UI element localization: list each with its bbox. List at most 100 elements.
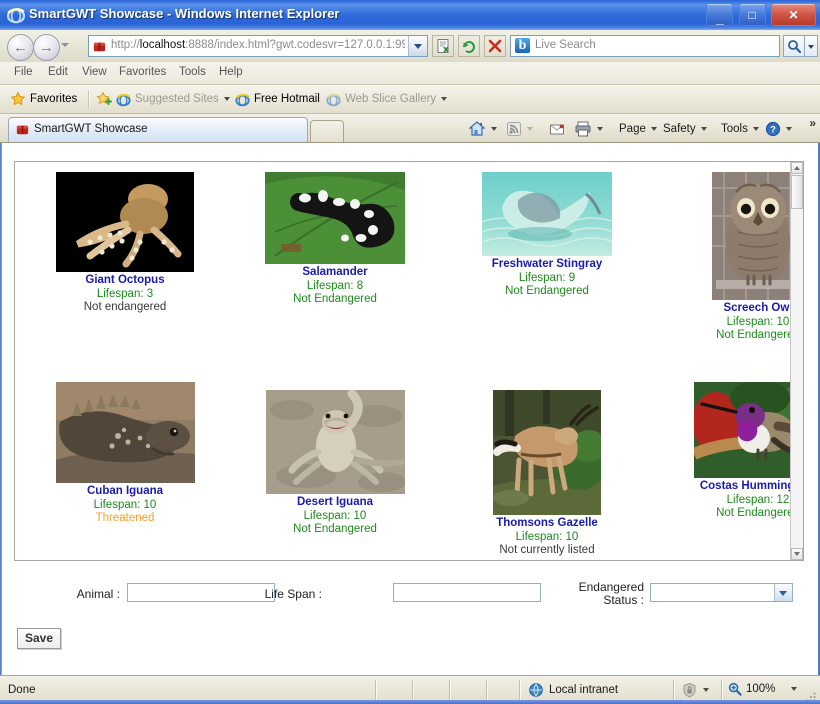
refresh-icon (463, 41, 475, 53)
new-tab-button[interactable] (310, 120, 344, 142)
favorites-item-label: Web Slice Gallery (345, 93, 437, 105)
lifespan-field-label: Life Span : (264, 587, 322, 601)
menu-item-view[interactable]: View (78, 66, 111, 78)
tile-item[interactable]: Costas Hummingbird Lifespan: 12 Not Enda… (663, 380, 803, 521)
url-path: :8888/index.html?gwt.codesvr=127.0.0.1:9… (185, 39, 405, 51)
salamander-illustration (265, 172, 405, 264)
chevron-down-icon[interactable] (223, 97, 230, 101)
chevron-down-icon[interactable] (441, 97, 448, 101)
security-zone-label: Local intranet (549, 684, 619, 696)
search-input[interactable]: b Live Search (510, 35, 780, 57)
scroll-down-button[interactable] (791, 548, 803, 560)
minimize-button[interactable]: _ (706, 3, 734, 26)
tile-item[interactable]: Giant Octopus Lifespan: 3 Not endangered (30, 172, 220, 315)
menu-item-edit[interactable]: Edit (44, 66, 72, 78)
maximize-icon: □ (748, 7, 756, 22)
animal-thumbnail (55, 382, 195, 483)
tile-item[interactable]: Salamander Lifespan: 8 Not Endangered (240, 172, 430, 307)
favorites-button[interactable]: Favorites (10, 90, 77, 108)
animal-tile-grid[interactable]: Giant Octopus Lifespan: 3 Not endangered (14, 161, 804, 561)
address-bar-url: http://localhost:8888/index.html?gwt.cod… (111, 39, 405, 51)
favorites-item-web-slice-gallery[interactable]: Web Slice Gallery (326, 90, 448, 108)
search-icon (788, 40, 801, 53)
animal-lifespan: Lifespan: 9 (518, 271, 576, 284)
read-mail-button[interactable] (549, 119, 565, 139)
url-host: localhost (139, 39, 186, 51)
toolbar-overflow-button[interactable]: » (809, 116, 816, 130)
animal-thumbnail (691, 380, 803, 478)
address-dropdown-button[interactable] (408, 36, 427, 56)
site-favicon-icon (93, 42, 106, 52)
home-button[interactable] (468, 119, 497, 139)
menu-item-file[interactable]: File (10, 66, 37, 78)
animal-lifespan: Lifespan: 10 (303, 509, 367, 522)
chevron-down-icon[interactable] (703, 688, 709, 692)
status-field-label-line2: Status : (603, 593, 644, 607)
status-divider (519, 680, 521, 701)
search-provider-chevron-down-icon[interactable] (805, 35, 818, 57)
animal-thumbnail (481, 172, 615, 256)
star-add-icon (96, 91, 112, 105)
menu-item-help[interactable]: Help (215, 66, 247, 78)
select-chevron-down-icon[interactable] (774, 584, 792, 601)
menu-item-favorites[interactable]: Favorites (115, 66, 170, 78)
forward-button[interactable]: → (33, 34, 60, 61)
animal-name: Desert Iguana (296, 496, 374, 508)
page-menu-label: Page (619, 123, 646, 135)
tools-menu-button[interactable]: Tools (721, 119, 759, 139)
print-button[interactable] (574, 119, 603, 139)
security-zone-indicator[interactable]: Local intranet (528, 682, 618, 698)
menu-item-tools[interactable]: Tools (175, 66, 210, 78)
chevron-down-icon[interactable] (791, 687, 798, 691)
search-go-button[interactable] (783, 35, 805, 57)
endangered-status-select[interactable] (650, 583, 793, 602)
tile-item[interactable]: Thomsons Gazelle Lifespan: 10 Not curren… (452, 390, 642, 558)
tile-grid-scrollbar[interactable] (790, 162, 803, 560)
globe-icon (529, 683, 543, 697)
close-button[interactable]: ✕ (771, 3, 816, 26)
animal-name: Giant Octopus (85, 274, 165, 286)
hummingbird-illustration (691, 380, 803, 478)
back-button[interactable]: ← (7, 34, 34, 61)
animal-status: Not Endangered (293, 523, 377, 535)
tile-item[interactable]: Desert Iguana Lifespan: 10 Not Endangere… (240, 389, 430, 537)
refresh-button[interactable] (458, 35, 480, 57)
safety-menu-button[interactable]: Safety (663, 119, 707, 139)
zoom-level-control[interactable]: 100% (728, 682, 798, 696)
scrollbar-thumb[interactable] (791, 175, 803, 209)
animal-lifespan: Lifespan: 8 (306, 279, 364, 292)
browser-window: SmartGWT Showcase - Windows Internet Exp… (0, 0, 820, 704)
address-bar[interactable]: http://localhost:8888/index.html?gwt.cod… (88, 35, 428, 57)
internet-explorer-icon (7, 8, 25, 24)
tile-item[interactable]: Cuban Iguana Lifespan: 10 Threatened (30, 382, 220, 526)
tile-item[interactable]: Screech Owl Lifespan: 10 Not Endangered (663, 172, 803, 343)
animal-field-label: Animal : (76, 587, 120, 601)
url-protocol: http:// (111, 39, 140, 51)
save-button[interactable]: Save (17, 628, 62, 649)
home-icon (468, 121, 486, 136)
favorites-item-free-hotmail[interactable]: Free Hotmail (235, 90, 320, 108)
tab-smartgwt-showcase[interactable]: SmartGWT Showcase (8, 117, 308, 142)
page-menu-button[interactable]: Page (619, 119, 657, 139)
animal-lifespan: Lifespan: 12 (726, 493, 790, 506)
menu-bar: File Edit View Favorites Tools Help (0, 62, 820, 85)
lifespan-input[interactable] (393, 583, 541, 602)
chevron-down-icon[interactable] (491, 127, 497, 131)
tile-item[interactable]: Freshwater Stingray Lifespan: 9 Not Enda… (452, 172, 642, 299)
stop-button[interactable] (484, 35, 506, 57)
maximize-button[interactable]: □ (738, 3, 766, 26)
favorites-item-suggested-sites[interactable]: Suggested Sites (96, 90, 230, 108)
animal-status: Not currently listed (499, 544, 595, 556)
help-menu-button[interactable]: ? (765, 119, 792, 139)
chevron-down-icon[interactable] (597, 127, 603, 131)
animal-status: Threatened (95, 512, 155, 524)
animal-thumbnail (493, 390, 607, 515)
feeds-button[interactable] (506, 119, 533, 139)
scroll-up-button[interactable] (791, 162, 803, 174)
protected-mode-indicator[interactable] (681, 682, 709, 698)
compatibility-view-button[interactable] (432, 35, 454, 57)
recent-pages-chevron-down-icon[interactable] (61, 43, 69, 47)
animal-status: Not Endangered (505, 285, 589, 297)
zoom-magnifier-icon (728, 682, 742, 696)
internet-explorer-small-icon (326, 93, 341, 106)
